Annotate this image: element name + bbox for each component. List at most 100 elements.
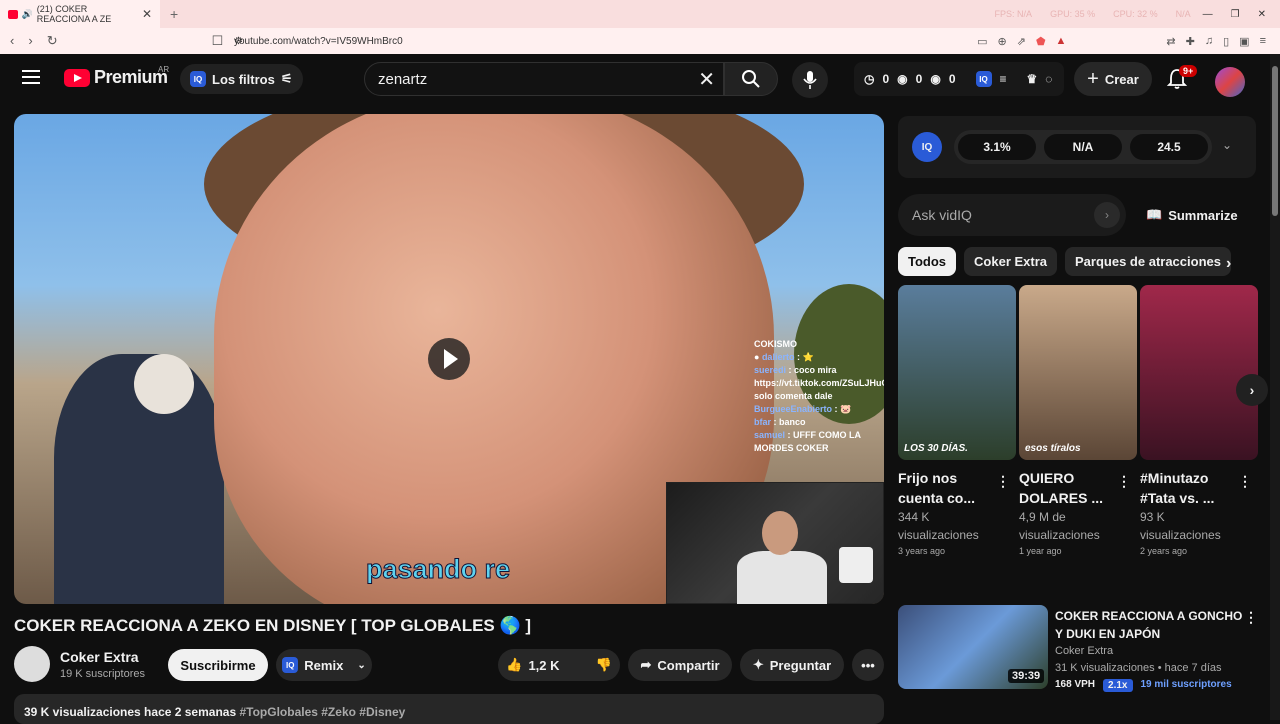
youtube-logo[interactable]: Premium AR — [64, 65, 169, 88]
reload-icon[interactable]: ↻ — [47, 33, 58, 49]
short-title[interactable]: #Minutazo #Tata vs. ... — [1140, 468, 1232, 508]
search-button[interactable] — [724, 62, 778, 96]
eye-icon: ◉ — [897, 72, 908, 86]
list-icon[interactable]: ≡ — [1000, 72, 1007, 86]
short-age: 1 year ago — [1019, 546, 1062, 556]
like-button[interactable]: 👍 1,2 K 👎 — [498, 649, 620, 681]
filters-button[interactable]: IQ Los filtros ⚟ — [180, 64, 303, 94]
summarize-button[interactable]: 📖 Summarize — [1146, 207, 1238, 223]
more-horizontal-icon: ••• — [861, 657, 875, 673]
chat-line: BurgueeEnabierto : 🐷 — [754, 404, 852, 414]
expand-chevron-icon[interactable]: ⌄ — [1222, 138, 1232, 152]
new-tab-icon[interactable]: + — [170, 6, 178, 22]
close-window-icon[interactable]: ✕ — [1258, 9, 1266, 20]
clear-search-icon[interactable]: ✕ — [698, 67, 715, 92]
url-field[interactable]: youtube.com/watch?v=IV59WHmBrc0 — [234, 36, 977, 47]
remix-button[interactable]: IQ Remix ⌄ — [276, 649, 372, 681]
forward-icon[interactable]: › — [28, 33, 32, 49]
minimize-icon[interactable]: — — [1203, 9, 1213, 20]
short-item[interactable]: #Minutazo #Tata vs. ... 93 K visualizaci… — [1140, 285, 1258, 556]
channel-name[interactable]: Coker Extra — [60, 649, 139, 665]
close-tab-icon[interactable]: ✕ — [142, 7, 152, 21]
filters-label: Los filtros — [212, 71, 275, 87]
like-count: 1,2 K — [528, 657, 560, 673]
wallet-icon[interactable]: ▣ — [1239, 35, 1249, 48]
subscribe-button[interactable]: Suscribirme — [168, 649, 268, 681]
eye-icon-2: ◉ — [930, 72, 941, 86]
thumbs-down-icon[interactable]: 👎 — [596, 657, 612, 673]
page-scrollbar[interactable] — [1270, 54, 1280, 720]
counter-3: 0 — [948, 72, 956, 86]
create-button[interactable]: + Crear — [1074, 62, 1152, 96]
translate-icon[interactable]: ⇄ — [1166, 35, 1175, 48]
rec-title[interactable]: COKER REACCIONA A GONCHO Y DUKI EN JAPÓN — [1055, 607, 1251, 643]
short-item[interactable]: esos tíralos QUIERO DOLARES ... 4,9 M de… — [1019, 285, 1137, 556]
counter-2: 0 — [915, 72, 923, 86]
restore-icon[interactable]: ❐ — [1231, 9, 1240, 20]
avatar[interactable] — [1215, 67, 1245, 97]
more-vertical-icon[interactable]: ⋮ — [1238, 473, 1252, 490]
short-views: 344 K visualizaciones — [898, 510, 979, 542]
short-title[interactable]: Frijo nos cuenta co... — [898, 468, 990, 508]
description-tags[interactable]: #TopGlobales #Zeko #Disney — [239, 705, 405, 719]
play-button[interactable] — [428, 338, 470, 380]
search-input[interactable]: zenartz ✕ — [364, 62, 724, 96]
puzzle-icon[interactable]: ✚ — [1186, 35, 1195, 48]
chips-next-icon[interactable]: › — [1226, 255, 1231, 273]
short-thumbnail[interactable]: esos tíralos — [1019, 285, 1137, 460]
recommended-video[interactable]: 39:39 COKER REACCIONA A GONCHO Y DUKI EN… — [898, 605, 1258, 695]
site-info-icon[interactable]: ⚙ — [210, 36, 243, 47]
ask-button[interactable]: ✦ Preguntar — [740, 649, 844, 681]
vidiq-remix-icon: IQ — [282, 657, 299, 673]
rewards-icon[interactable]: ▲ — [1056, 35, 1067, 48]
short-title[interactable]: QUIERO DOLARES ... — [1019, 468, 1111, 508]
short-item[interactable]: LOS 30 DÍAS. Frijo nos cuenta co... 344 … — [898, 285, 1016, 556]
scrollbar-thumb[interactable] — [1272, 66, 1278, 216]
description-meta: 39 K visualizaciones hace 2 semanas — [24, 705, 237, 719]
short-thumbnail[interactable]: LOS 30 DÍAS. — [898, 285, 1016, 460]
back-icon[interactable]: ‹ — [10, 33, 14, 49]
share-icon[interactable]: ⇗ — [1017, 35, 1026, 48]
video-title: COKER REACCIONA A ZEKO EN DISNEY [ TOP G… — [14, 616, 532, 635]
channel-avatar[interactable] — [14, 646, 50, 682]
counter-1: 0 — [882, 72, 890, 86]
shorts-shelf: LOS 30 DÍAS. Frijo nos cuenta co... 344 … — [898, 285, 1258, 575]
rec-channel[interactable]: Coker Extra — [1055, 645, 1113, 657]
channel-subscribers: 19 K suscriptores — [60, 668, 145, 680]
hamburger-menu-icon[interactable] — [22, 70, 40, 84]
chip-coker-extra[interactable]: Coker Extra — [964, 247, 1058, 276]
rec-subs: 19 mil suscriptores — [1140, 679, 1232, 690]
voice-search-button[interactable] — [792, 62, 828, 98]
send-arrow-icon[interactable]: › — [1094, 202, 1120, 228]
brave-shield-icon[interactable]: ⬟ — [1036, 35, 1046, 48]
trophy-icon[interactable]: ♛ — [1027, 72, 1038, 86]
nav-buttons: ‹ › ↻ ☐ — [0, 33, 223, 49]
chip-todos[interactable]: Todos — [898, 247, 957, 276]
short-thumbnail[interactable] — [1140, 285, 1258, 460]
more-vertical-icon[interactable]: ⋮ — [996, 473, 1010, 490]
share-label: Compartir — [657, 657, 720, 673]
more-actions-button[interactable]: ••• — [852, 649, 884, 681]
youtube-favicon-icon — [8, 9, 18, 19]
cast-icon[interactable]: ▭ — [977, 35, 987, 48]
video-player[interactable]: COKISMO ● dalierto : ⭐ sueredi : coco mi… — [14, 114, 884, 604]
chat-icon[interactable]: ◌ — [1045, 72, 1052, 86]
zoom-icon[interactable]: ⊕ — [998, 35, 1007, 48]
sidebar-icon[interactable]: ▯ — [1223, 35, 1229, 48]
share-button[interactable]: ➦ Compartir — [628, 649, 732, 681]
ask-vidiq-input[interactable]: Ask vidIQ › — [898, 194, 1126, 236]
sparkle-icon: ✦ — [752, 657, 764, 672]
menu-icon[interactable]: ≡ — [1260, 35, 1266, 48]
shorts-next-icon[interactable]: › — [1236, 374, 1268, 406]
music-icon[interactable]: ♫ — [1205, 35, 1213, 48]
filter-chips: Todos Coker Extra Parques de atracciones — [898, 247, 1231, 276]
ask-label: Preguntar — [769, 657, 832, 673]
more-vertical-icon[interactable]: ⋮ — [1244, 609, 1258, 626]
vidiq-small-icon[interactable]: IQ — [975, 71, 992, 87]
more-vertical-icon[interactable]: ⋮ — [1117, 473, 1131, 490]
vidiq-counters: ◷ 0 ◉ 0 ◉ 0 IQ ≡ ♛ ◌ — [854, 62, 1064, 96]
chip-parques[interactable]: Parques de atracciones — [1065, 247, 1231, 276]
chat-line: samuel : UFFF COMO LA MORDES COKER — [754, 430, 861, 453]
browser-tab[interactable]: 🔊 (21) COKER REACCIONA A ZE ✕ — [0, 0, 160, 28]
webcam-shirt — [737, 551, 827, 604]
